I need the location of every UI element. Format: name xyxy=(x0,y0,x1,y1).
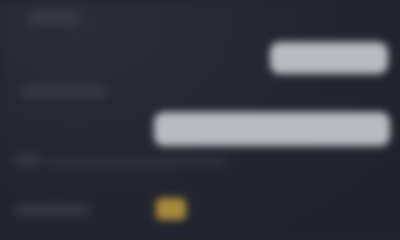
row-2-value-field[interactable] xyxy=(154,112,390,146)
row-4-label xyxy=(14,204,90,216)
row-1-value-field[interactable] xyxy=(270,42,388,74)
status-badge xyxy=(156,198,186,220)
row-3-label xyxy=(14,154,42,166)
row-3-line xyxy=(46,158,226,166)
blurred-settings-panel xyxy=(0,0,400,232)
row-1-label xyxy=(28,10,80,26)
row-2-label xyxy=(22,84,106,98)
